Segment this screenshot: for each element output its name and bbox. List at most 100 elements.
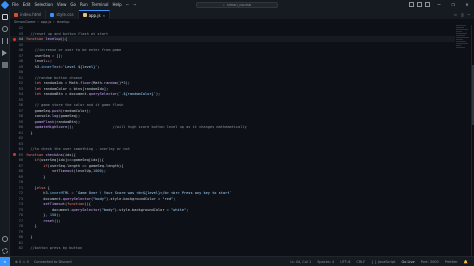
line-number: 74 <box>18 202 23 206</box>
source-control-icon[interactable] <box>2 38 8 44</box>
code-text: } <box>26 235 32 239</box>
code-editor[interactable]: 42 43 //reset up and button flash at star… <box>10 25 474 256</box>
code-token: (userSeq.length == gameSeq.length){ <box>47 163 124 168</box>
code-token: }, <box>26 213 50 217</box>
tab-app-js[interactable]: app.js ✕ <box>78 10 110 19</box>
line-number: 53 <box>18 86 23 91</box>
line-number: 64 <box>18 147 23 151</box>
title-bar: File Edit Selection View Go Run Terminal… <box>0 0 474 10</box>
code-token: querySelector <box>71 207 100 212</box>
code-text: document.querySelector("body").style.bac… <box>26 208 188 212</box>
close-window-button[interactable]: ✕ <box>460 0 474 10</box>
code-token: h3. <box>26 191 50 195</box>
explorer-icon[interactable] <box>2 14 8 20</box>
code-token: "red" <box>162 196 174 201</box>
customize-layout-icon[interactable] <box>425 2 430 7</box>
code-text: document.querySelector("body").style.bac… <box>26 197 175 201</box>
menu-selection[interactable]: Selection <box>34 0 52 10</box>
more-actions-icon[interactable]: ⋯ <box>468 10 470 19</box>
line-number: 69 <box>18 174 23 179</box>
code-token: (){ <box>84 202 91 206</box>
code-token: []; <box>56 53 63 58</box>
breakpoint-icon[interactable] <box>13 153 16 156</box>
line-number: 45 <box>18 42 23 47</box>
code-token: ); <box>56 213 61 217</box>
line-number: 42 <box>18 26 23 30</box>
split-editor-icon[interactable]: ◫ <box>461 10 463 19</box>
back-arrow-icon[interactable]: ← <box>126 0 129 10</box>
remote-indicator-icon[interactable]: ⇋ <box>0 256 10 266</box>
code-token: = document. <box>62 92 89 96</box>
breadcrumb-folder[interactable]: SimonGame <box>14 20 35 24</box>
code-token: `Level ${level}` <box>62 64 98 69</box>
breadcrumb-symbol[interactable]: levelup <box>57 20 70 24</box>
maximize-button[interactable]: ❐ <box>446 0 460 10</box>
breadcrumb-separator: › <box>37 20 39 24</box>
code-token: (userSeq[idx]===gameSeq[idx]){ <box>38 158 104 162</box>
menu-edit[interactable]: Edit <box>23 0 31 10</box>
command-center-label: simon_course <box>226 3 251 7</box>
account-icon[interactable] <box>2 236 8 242</box>
line-number: 47 <box>18 53 23 58</box>
menu-file[interactable]: File <box>12 0 19 10</box>
code-text: }else { <box>26 186 50 190</box>
toggle-sidebar-icon[interactable] <box>409 2 414 7</box>
menu-run[interactable]: Run <box>80 0 88 10</box>
line-number: 79 <box>18 229 23 234</box>
code-token: if <box>26 163 48 168</box>
tab-style-css[interactable]: style.css <box>46 10 79 19</box>
code-token: checkAns <box>45 152 63 157</box>
extensions-icon[interactable] <box>2 62 8 68</box>
code-text: let randomColor = btns[randomIdx]; <box>26 86 109 91</box>
search-icon[interactable] <box>2 26 8 32</box>
menu-view[interactable]: View <box>57 0 67 10</box>
cursor-position[interactable]: Ln 44, Col 1 <box>290 257 311 266</box>
code-token: ; <box>49 59 52 63</box>
menu-terminal[interactable]: Terminal <box>92 0 109 10</box>
code-token: //increase or user to be enter from game <box>26 48 122 52</box>
code-text: reset(); <box>26 219 60 223</box>
line-number: 62 <box>18 136 23 140</box>
notifications-bell-icon[interactable]: 🔔 <box>464 257 468 266</box>
command-center[interactable]: ⌕ simon_course <box>196 2 278 8</box>
gear-icon[interactable] <box>2 248 8 254</box>
line-number: 75 <box>18 207 23 212</box>
minimap[interactable] <box>456 25 470 85</box>
vscode-logo-icon <box>0 0 10 10</box>
problems-indicator[interactable]: ⊗ 0 ⚠ 0 <box>15 257 29 266</box>
code-token: let <box>26 86 44 91</box>
code-token: function <box>26 37 46 41</box>
minimize-button[interactable]: — <box>432 0 446 10</box>
code-token: { <box>45 185 50 190</box>
discord-status[interactable]: Connected to Discord <box>34 257 72 266</box>
language-mode[interactable]: { } JavaScript <box>371 257 395 266</box>
code-line[interactable]: 82 //button press by button <box>10 245 455 251</box>
menu-help[interactable]: Help <box>113 0 122 10</box>
code-token: `Game Over ! Your Score was <b>${level}<… <box>75 191 232 195</box>
run-debug-icon[interactable] <box>2 50 8 56</box>
menu-go[interactable]: Go <box>70 0 76 10</box>
breadcrumb-file[interactable]: app.js <box>41 20 52 24</box>
encoding[interactable]: UTF-8 <box>340 257 350 266</box>
code-token: = btns[randomIdx]; <box>67 86 109 91</box>
forward-arrow-icon[interactable]: → <box>133 0 136 10</box>
code-token: function <box>67 202 85 206</box>
code-token: gameSeq. <box>26 108 52 113</box>
tab-index-html[interactable]: index.html <box>10 10 47 19</box>
port-indicator[interactable]: Port: 3000 <box>421 257 439 266</box>
close-tab-icon[interactable]: ✕ <box>103 13 105 18</box>
indentation[interactable]: Spaces: 4 <box>317 257 334 266</box>
prettier-indicator[interactable]: Prettier <box>445 257 458 266</box>
editor-actions: ▷ ◫ ⋯ <box>455 10 470 19</box>
code-token: //button press by button <box>26 246 83 250</box>
line-ending[interactable]: CRLF <box>356 257 365 266</box>
run-file-icon[interactable]: ▷ <box>455 10 457 19</box>
toggle-panel-icon[interactable] <box>417 2 422 7</box>
line-number: 66 <box>18 158 23 162</box>
line-number: 70 <box>18 180 23 184</box>
tab-label: index.html <box>20 12 42 17</box>
code-text: gameSeq.push(randomColor); <box>26 109 91 113</box>
breakpoint-icon[interactable] <box>13 37 16 41</box>
go-live-button[interactable]: Go Live <box>402 257 415 266</box>
line-number: 57 <box>18 108 23 113</box>
